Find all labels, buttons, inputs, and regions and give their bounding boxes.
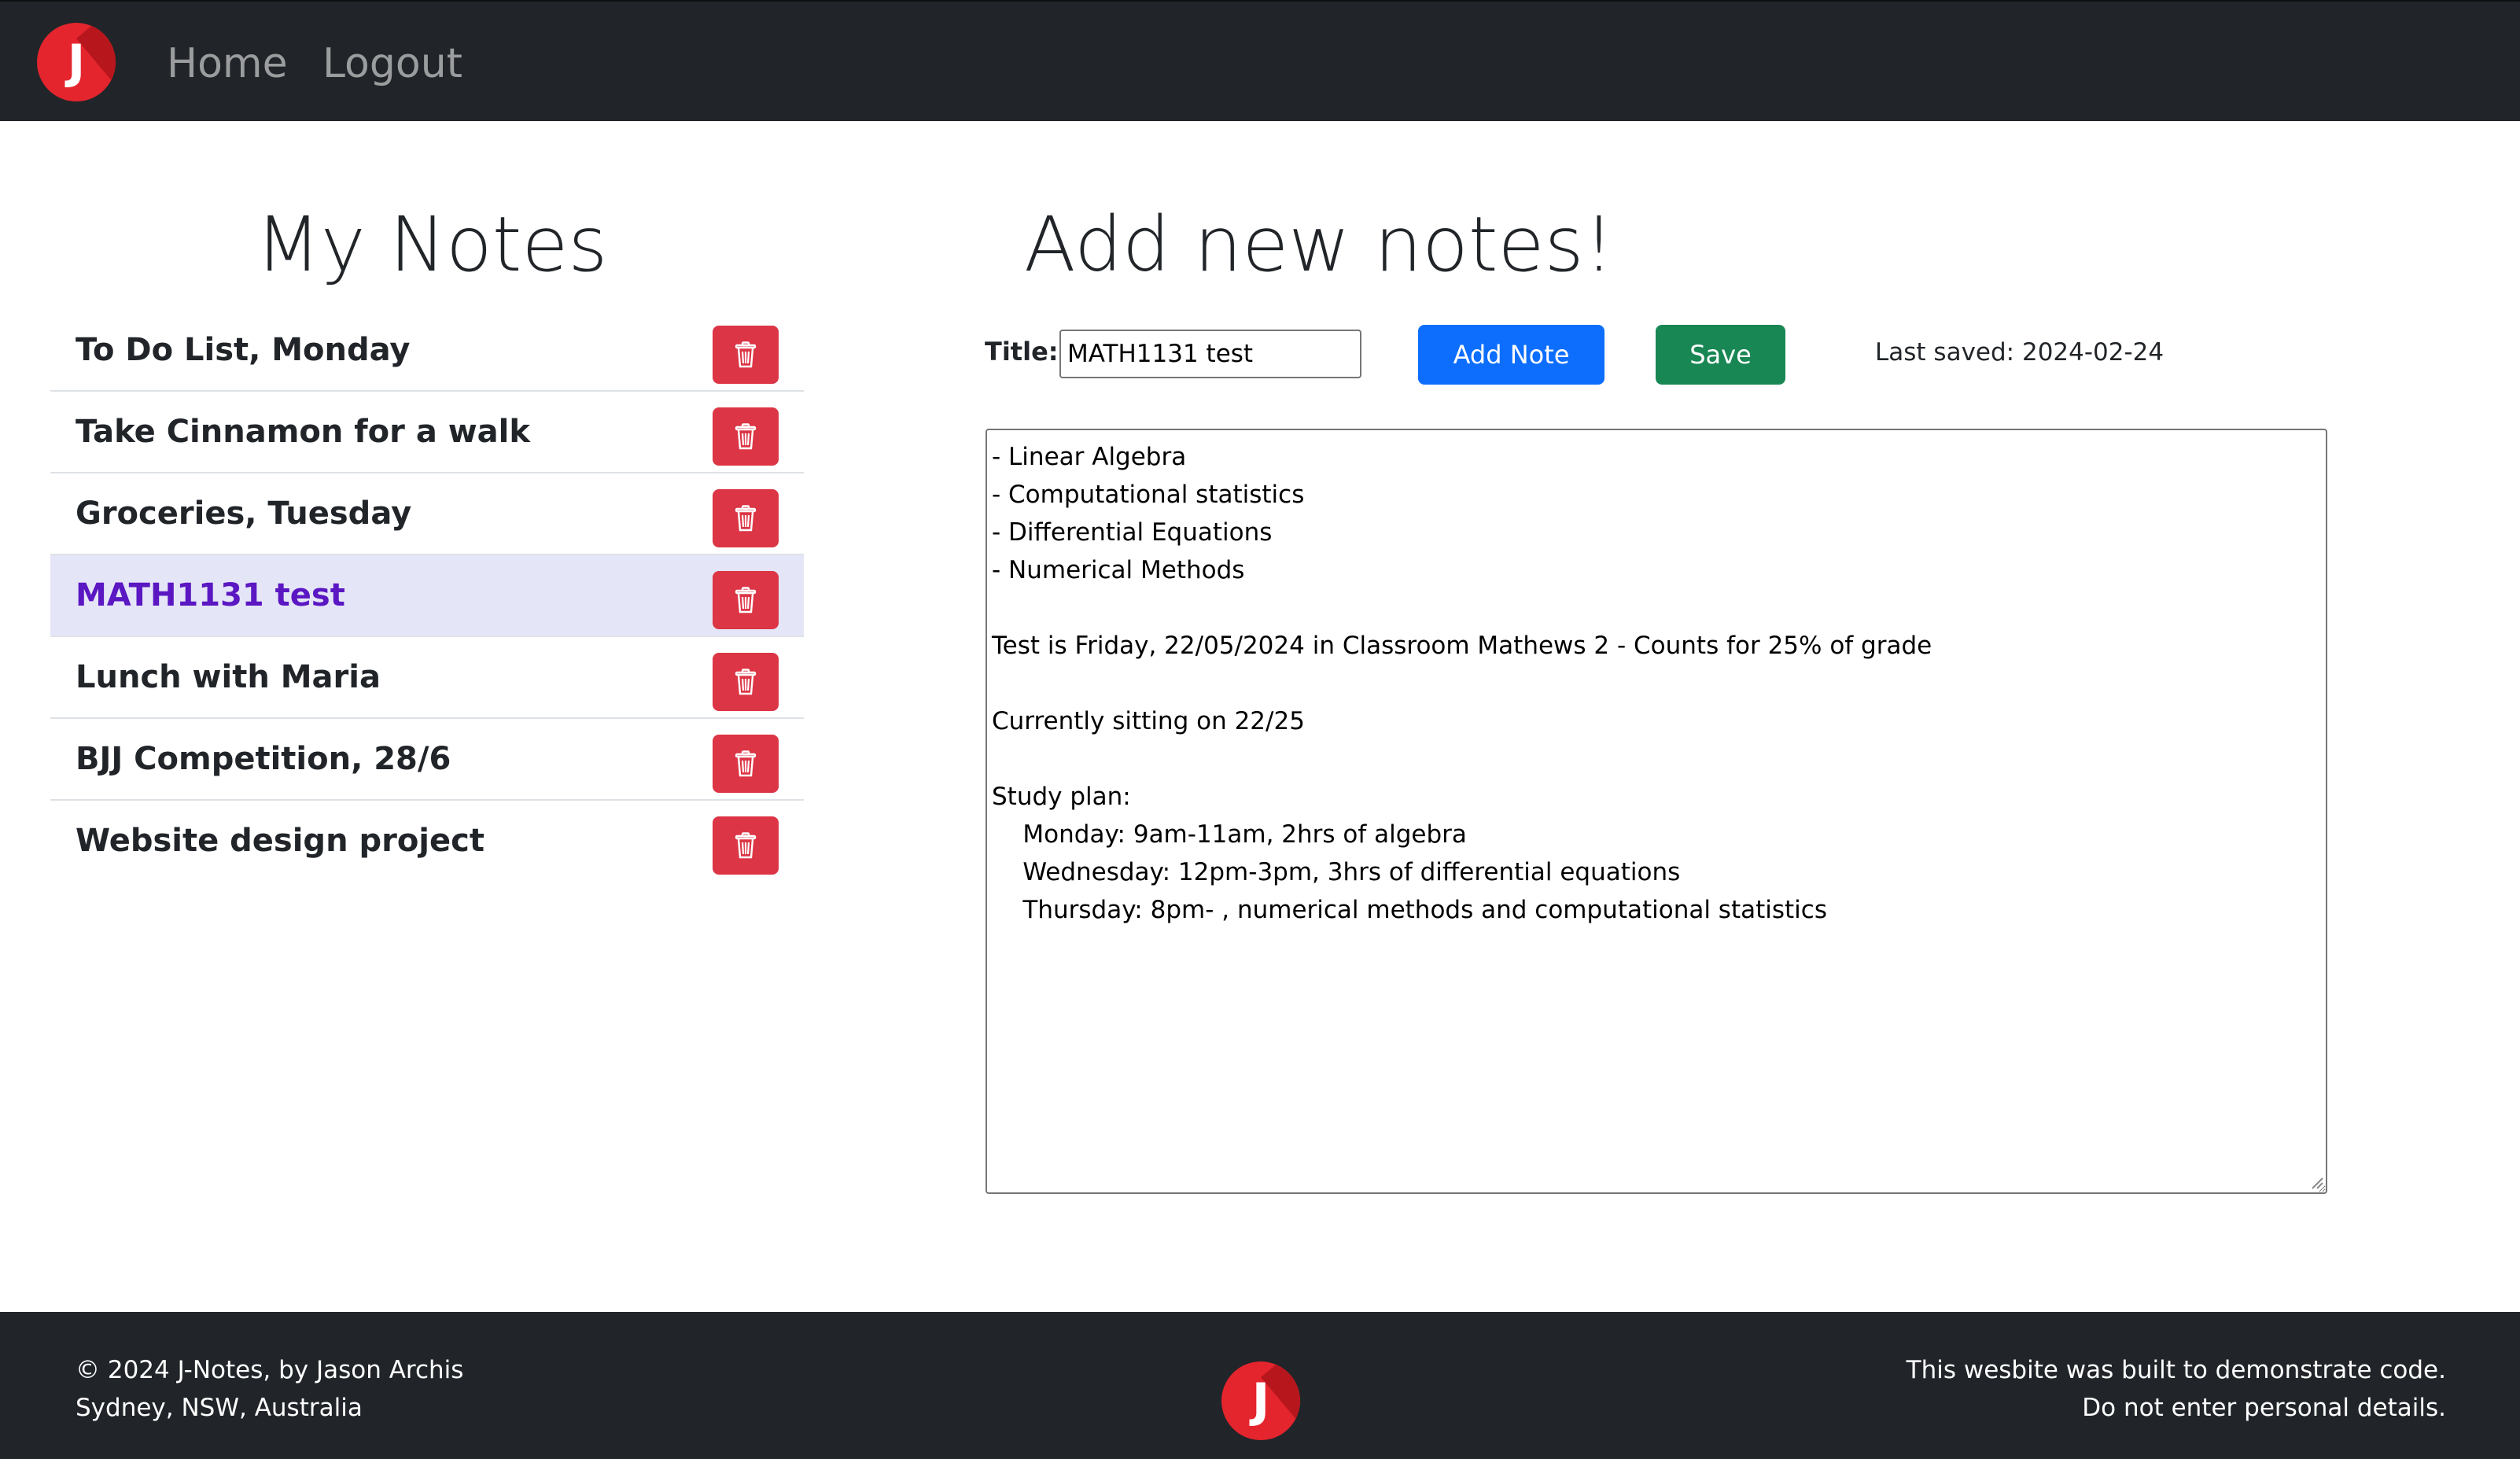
note-title[interactable]: BJJ Competition, 28/6	[76, 719, 451, 799]
trash-icon	[734, 341, 757, 368]
footer-disclaimer-line1: This wesbite was built to demonstrate co…	[1906, 1356, 2446, 1384]
delete-note-button[interactable]	[713, 571, 779, 629]
my-notes-heading: My Notes	[256, 201, 608, 289]
delete-note-button[interactable]	[713, 489, 779, 547]
brand-logo[interactable]: J	[37, 23, 116, 101]
footer-copyright: © 2024 J-Notes, by Jason Archis	[76, 1356, 464, 1384]
last-saved-status: Last saved: 2024-02-24	[1875, 338, 2164, 367]
save-button[interactable]: Save	[1656, 325, 1785, 385]
footer-credits: © 2024 J-Notes, by Jason Archis Sydney, …	[76, 1351, 463, 1427]
note-list-item[interactable]: Take Cinnamon for a walk	[50, 392, 804, 473]
note-title[interactable]: Website design project	[76, 801, 484, 881]
trash-icon	[734, 669, 757, 695]
note-title[interactable]: Groceries, Tuesday	[76, 473, 411, 554]
note-list-item[interactable]: Groceries, Tuesday	[50, 473, 804, 555]
note-body-textarea[interactable]	[986, 429, 2327, 1194]
delete-note-button[interactable]	[713, 407, 779, 466]
add-note-button[interactable]: Add Note	[1418, 325, 1604, 385]
footer-disclaimer: This wesbite was built to demonstrate co…	[1907, 1351, 2446, 1427]
trash-icon	[734, 423, 757, 450]
note-list-item[interactable]: MATH1131 test	[50, 555, 804, 637]
note-list-item[interactable]: To Do List, Monday	[50, 310, 804, 392]
add-notes-heading: Add new notes!	[1024, 201, 1615, 289]
trash-icon	[734, 505, 757, 532]
delete-note-button[interactable]	[713, 326, 779, 384]
delete-note-button[interactable]	[713, 735, 779, 793]
delete-note-button[interactable]	[713, 653, 779, 711]
note-title[interactable]: Take Cinnamon for a walk	[76, 392, 530, 472]
footer-disclaimer-line2: Do not enter personal details.	[2082, 1394, 2446, 1422]
note-list-item[interactable]: Website design project	[50, 801, 804, 882]
note-title[interactable]: MATH1131 test	[76, 555, 345, 636]
note-title-input[interactable]	[1059, 330, 1361, 378]
nav-logout-link[interactable]: Logout	[322, 36, 462, 91]
trash-icon	[734, 832, 757, 859]
note-title[interactable]: To Do List, Monday	[76, 310, 410, 390]
logo-letter: J	[67, 35, 86, 90]
resize-grip-icon[interactable]	[2309, 1175, 2323, 1189]
note-title[interactable]: Lunch with Maria	[76, 637, 381, 717]
nav-home-link[interactable]: Home	[167, 36, 288, 91]
trash-icon	[734, 587, 757, 613]
footer: © 2024 J-Notes, by Jason Archis Sydney, …	[0, 1312, 2520, 1459]
footer-logo-letter: J	[1251, 1373, 1270, 1428]
trash-icon	[734, 750, 757, 777]
title-label: Title:	[985, 337, 1059, 367]
notes-list: To Do List, Monday Take Cinnamon for a wa…	[50, 310, 804, 882]
delete-note-button[interactable]	[713, 816, 779, 875]
note-list-item[interactable]: BJJ Competition, 28/6	[50, 719, 804, 801]
footer-logo: J	[1221, 1361, 1300, 1440]
navbar: J Home Logout	[0, 0, 2520, 121]
footer-location: Sydney, NSW, Australia	[76, 1394, 363, 1422]
note-list-item[interactable]: Lunch with Maria	[50, 637, 804, 719]
